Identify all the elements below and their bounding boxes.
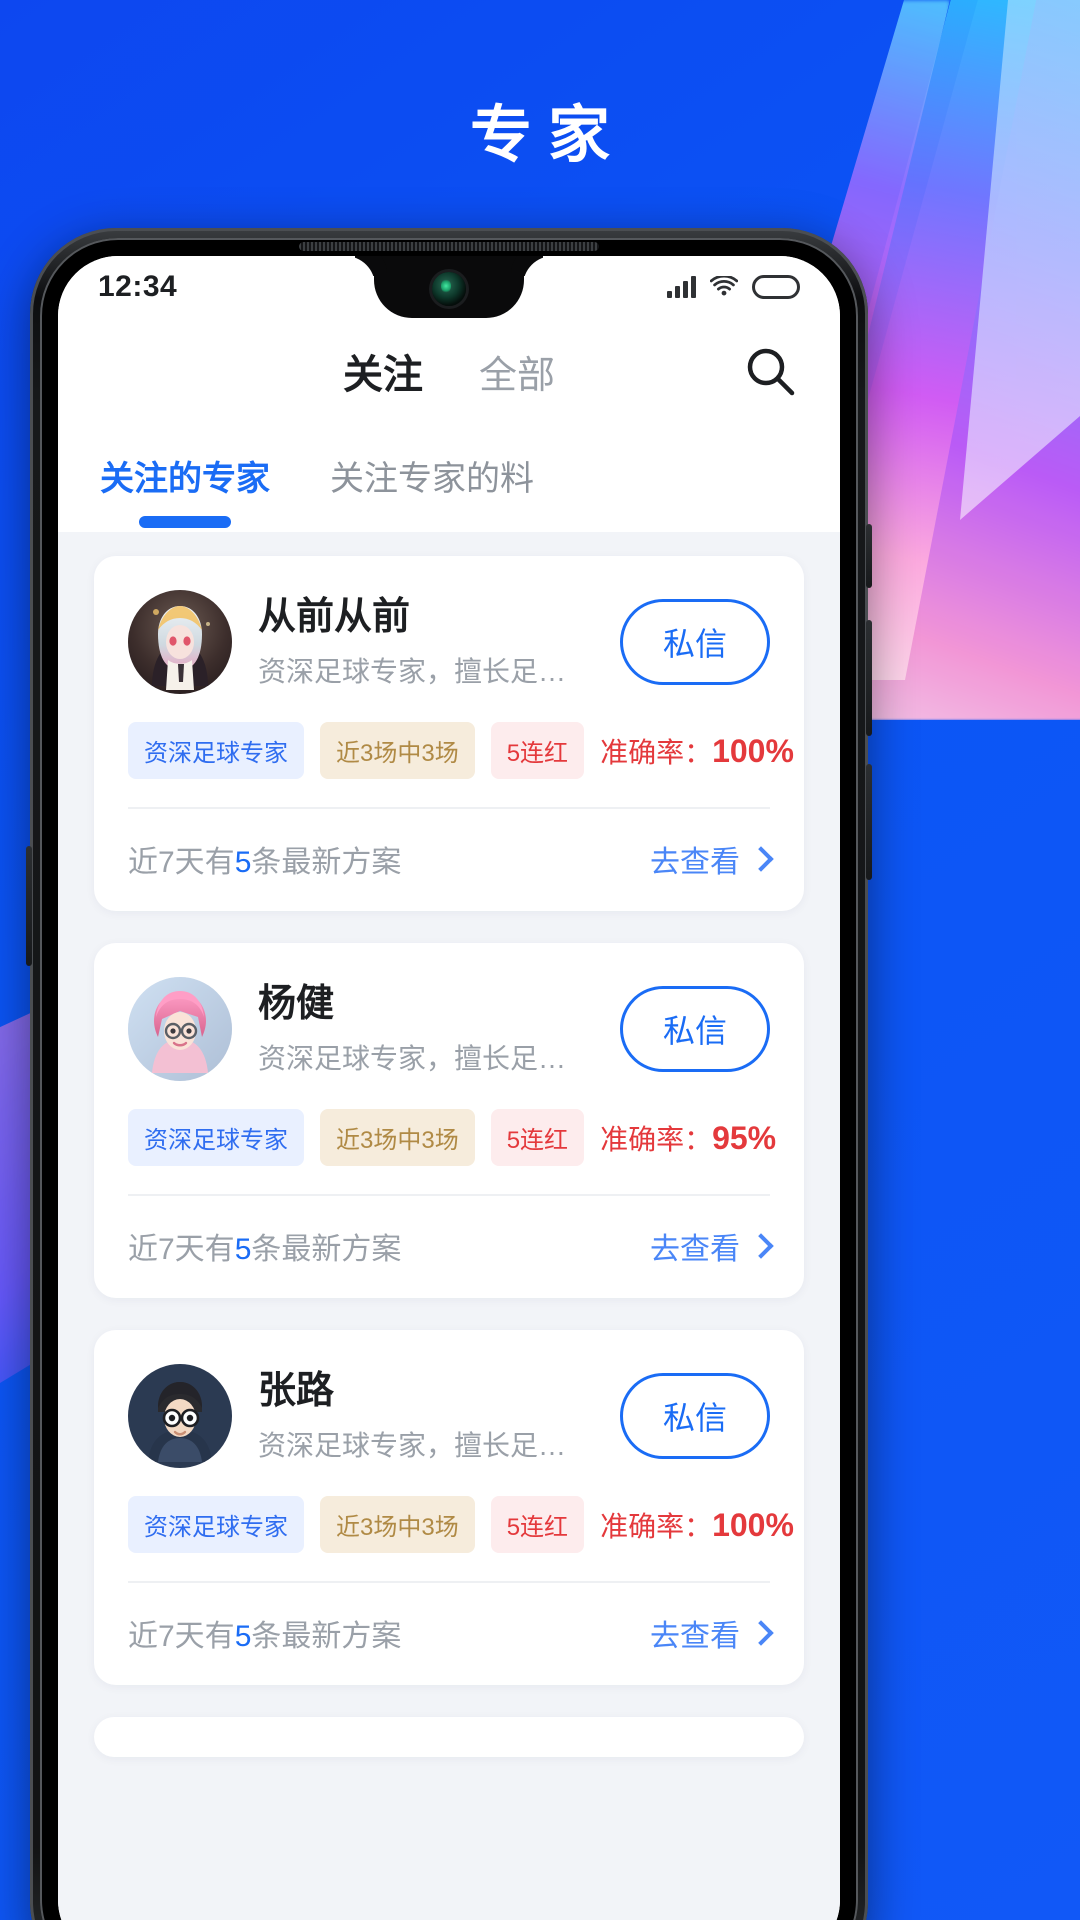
expert-header: 张路 资深足球专家，擅长足球比赛... 私信	[128, 1364, 770, 1468]
tab-all[interactable]: 全部	[479, 344, 555, 399]
tag-recent-record: 近3场中3场	[320, 722, 475, 779]
accuracy-value: 100%	[712, 732, 794, 769]
tab-following[interactable]: 关注	[343, 342, 423, 400]
expert-card-partial[interactable]	[94, 1717, 804, 1757]
top-nav-tabs: 关注 全部	[343, 342, 555, 400]
expert-identity: 从前从前 资深足球专家，擅长足球比赛...	[258, 594, 594, 690]
recent-plans-count: 5	[234, 1233, 252, 1266]
app-top-nav: 关注 全部	[58, 318, 840, 424]
card-footer[interactable]: 近7天有5条最新方案 去查看	[128, 1196, 774, 1298]
accuracy-value: 95%	[712, 1119, 777, 1156]
signal-bars-icon	[667, 276, 696, 298]
banner-title: 专家	[469, 101, 626, 170]
tag-recent-record: 近3场中3场	[320, 1496, 475, 1553]
accuracy-stat: 准确率：100%	[600, 1505, 794, 1545]
phone-notch	[374, 256, 524, 318]
recent-plans-suffix: 条最新方案	[251, 846, 402, 879]
recent-plans-suffix: 条最新方案	[251, 1620, 402, 1653]
expert-header: 从前从前 资深足球专家，擅长足球比赛... 私信	[128, 590, 770, 694]
message-button[interactable]: 私信	[619, 986, 770, 1072]
view-link[interactable]: 去查看	[650, 1224, 774, 1268]
subtab-followed-experts-label: 关注的专家	[100, 459, 270, 498]
accuracy-label: 准确率：	[600, 1123, 713, 1155]
promo-page: 专家 12:34 关注 全部 关注的专家 关注专家的料 从前从前 资深足球专家，…	[0, 0, 1080, 1920]
phone-screen: 12:34 关注 全部 关注的专家 关注专家的料 从前从前 资深足球专家，擅长足…	[58, 256, 840, 1920]
expert-card[interactable]: 从前从前 资深足球专家，擅长足球比赛... 私信 资深足球专家 近3场中3场 5…	[94, 556, 804, 911]
view-link-label: 去查看	[650, 1233, 740, 1266]
accuracy-label: 准确率：	[600, 1510, 713, 1542]
status-icons	[667, 274, 800, 299]
view-link[interactable]: 去查看	[650, 1611, 774, 1655]
battery-full-icon	[752, 275, 800, 299]
tag-recent-record: 近3场中3场	[320, 1109, 475, 1166]
view-link-label: 去查看	[650, 1620, 740, 1653]
view-link[interactable]: 去查看	[650, 837, 774, 881]
recent-plans-text: 近7天有5条最新方案	[128, 837, 401, 881]
expert-desc: 资深足球专家，擅长足球比赛...	[258, 1042, 594, 1074]
chevron-right-icon	[748, 1233, 774, 1259]
expert-name: 张路	[258, 1370, 335, 1413]
subtab-followed-experts[interactable]: 关注的专家	[100, 451, 270, 528]
status-time: 12:34	[98, 270, 178, 303]
tag-streak: 5连红	[490, 722, 585, 779]
tag-streak: 5连红	[490, 1496, 585, 1553]
phone-left-button	[26, 846, 32, 966]
search-icon[interactable]	[742, 343, 798, 399]
subtab-followed-tips-label: 关注专家的料	[330, 459, 534, 498]
avatar[interactable]	[128, 977, 232, 1081]
expert-identity: 杨健 资深足球专家，擅长足球比赛...	[258, 981, 594, 1077]
expert-identity: 张路 资深足球专家，擅长足球比赛...	[258, 1368, 594, 1464]
expert-card[interactable]: 张路 资深足球专家，擅长足球比赛... 私信 资深足球专家 近3场中3场 5连红…	[94, 1330, 804, 1685]
expert-tag-row: 资深足球专家 近3场中3场 5连红 准确率：100%	[128, 722, 794, 779]
expert-tag-row: 资深足球专家 近3场中3场 5连红 准确率：95%	[128, 1109, 776, 1166]
tag-expert-level: 资深足球专家	[128, 1109, 304, 1166]
tag-streak: 5连红	[490, 1109, 585, 1166]
expert-list[interactable]: 从前从前 资深足球专家，擅长足球比赛... 私信 资深足球专家 近3场中3场 5…	[58, 532, 840, 1920]
phone-side-button	[866, 524, 872, 588]
avatar[interactable]	[128, 590, 232, 694]
phone-mockup: 12:34 关注 全部 关注的专家 关注专家的料 从前从前 资深足球专家，擅长足…	[26, 228, 872, 1920]
recent-plans-count: 5	[234, 846, 252, 879]
chevron-right-icon	[748, 846, 774, 872]
wifi-icon	[709, 274, 739, 298]
chevron-right-icon	[748, 1620, 774, 1646]
tag-expert-level: 资深足球专家	[128, 722, 304, 779]
phone-earpiece-speaker	[299, 242, 599, 251]
accuracy-value: 100%	[712, 1506, 794, 1543]
phone-volume-up-button	[866, 620, 872, 736]
accuracy-stat: 准确率：100%	[600, 731, 794, 771]
subtab-followed-tips[interactable]: 关注专家的料	[330, 451, 534, 506]
accuracy-stat: 准确率：95%	[600, 1118, 776, 1158]
expert-name: 从前从前	[258, 596, 411, 639]
expert-desc: 资深足球专家，擅长足球比赛...	[258, 655, 594, 687]
card-footer[interactable]: 近7天有5条最新方案 去查看	[128, 1583, 774, 1685]
message-button[interactable]: 私信	[619, 599, 770, 685]
expert-card[interactable]: 杨健 资深足球专家，擅长足球比赛... 私信 资深足球专家 近3场中3场 5连红…	[94, 943, 804, 1298]
card-footer[interactable]: 近7天有5条最新方案 去查看	[128, 809, 774, 911]
accuracy-label: 准确率：	[600, 736, 713, 768]
expert-header: 杨健 资深足球专家，擅长足球比赛... 私信	[128, 977, 770, 1081]
recent-plans-suffix: 条最新方案	[251, 1233, 402, 1266]
expert-name: 杨健	[258, 983, 335, 1026]
recent-plans-text: 近7天有5条最新方案	[128, 1224, 401, 1268]
avatar[interactable]	[128, 1364, 232, 1468]
subtab-active-indicator	[139, 515, 231, 528]
recent-plans-text: 近7天有5条最新方案	[128, 1611, 401, 1655]
expert-desc: 资深足球专家，擅长足球比赛...	[258, 1429, 594, 1461]
expert-tag-row: 资深足球专家 近3场中3场 5连红 准确率：100%	[128, 1496, 794, 1553]
tag-expert-level: 资深足球专家	[128, 1496, 304, 1553]
recent-plans-prefix: 近7天有	[128, 1620, 235, 1653]
front-camera-icon	[432, 272, 466, 306]
sub-tab-bar: 关注的专家 关注专家的料	[58, 424, 840, 532]
message-button[interactable]: 私信	[619, 1373, 770, 1459]
view-link-label: 去查看	[650, 846, 740, 879]
recent-plans-prefix: 近7天有	[128, 1233, 235, 1266]
phone-volume-down-button	[866, 764, 872, 880]
recent-plans-count: 5	[234, 1620, 252, 1653]
recent-plans-prefix: 近7天有	[128, 846, 235, 879]
